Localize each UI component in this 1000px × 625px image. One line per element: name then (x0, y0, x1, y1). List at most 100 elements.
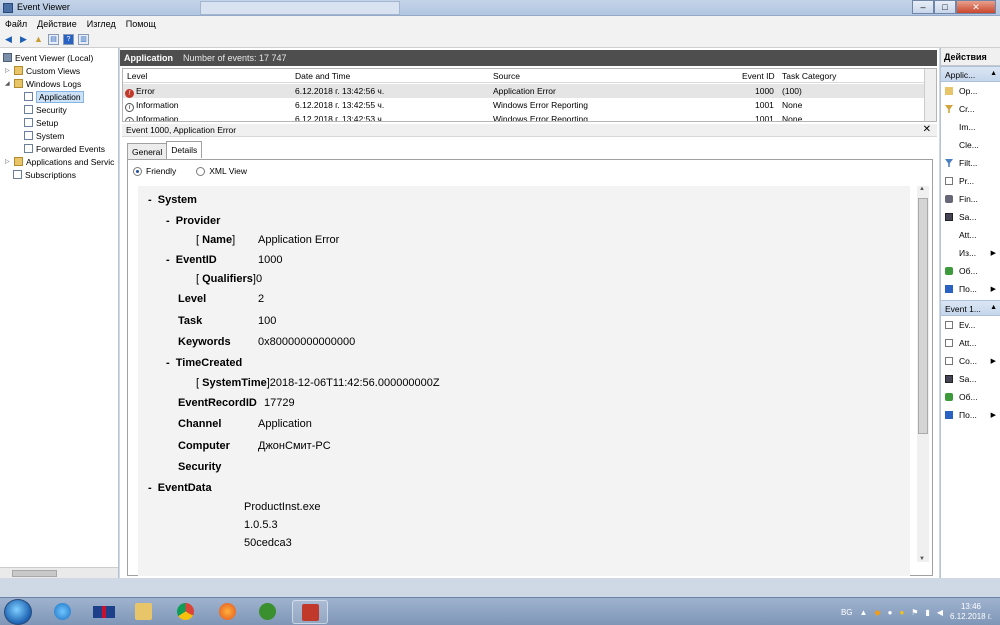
action-refresh[interactable]: Об... (941, 262, 1000, 280)
clear-icon (945, 141, 953, 149)
expand-arrow-icon[interactable]: ▷ (5, 158, 11, 165)
table-row[interactable]: i Information 6.12.2018 г. 13:42:55 ч. Wi… (123, 98, 925, 112)
show-hidden-icons-icon[interactable]: ▲ (860, 608, 868, 617)
language-indicator[interactable]: BG (841, 608, 853, 617)
actions-section-application[interactable]: Applic... ▲ (941, 66, 1000, 82)
action-create-custom-view[interactable]: Cr... (941, 100, 1000, 118)
start-button[interactable] (4, 599, 32, 625)
expand-arrow-icon[interactable]: ▷ (5, 67, 11, 74)
action-open-saved-log[interactable]: Op... (941, 82, 1000, 100)
tray-app-icon[interactable]: ● (888, 608, 893, 617)
collapse-arrow-icon[interactable]: ◢ (5, 80, 11, 87)
save-icon (945, 375, 953, 383)
scroll-up-arrow-icon[interactable]: ▲ (919, 186, 925, 192)
action-event-properties[interactable]: Ev... (941, 316, 1000, 334)
close-detail-icon[interactable]: ✕ (923, 124, 931, 135)
node-timecreated[interactable]: - TimeCreated (166, 357, 242, 369)
action-help[interactable]: По... ▶ (941, 280, 1000, 298)
scrollbar-thumb[interactable] (12, 570, 57, 577)
menu-action[interactable]: Действие (37, 19, 77, 29)
action-attach-task-to-event[interactable]: Att... (941, 334, 1000, 352)
taskbar-explorer[interactable] (126, 600, 162, 624)
event-detail-bar: Event 1000, Application Error ✕ (122, 124, 937, 137)
menu-help[interactable]: Помощ (126, 19, 156, 29)
action-attach-task[interactable]: Att... (941, 226, 1000, 244)
tray-app-icon[interactable]: ● (899, 608, 904, 617)
column-header-level[interactable]: Level (127, 71, 147, 81)
table-row[interactable]: i Information 6.12.2018 г. 13:42:53 ч. Wi… (123, 112, 925, 121)
taskbar: BG ▲ ◆ ● ● ⚑ ▮ ◀ 13:46 6.12.2018 г. (0, 597, 1000, 625)
grid-vertical-scrollbar[interactable] (924, 69, 936, 121)
action-view[interactable]: Из... ▶ (941, 244, 1000, 262)
menu-file[interactable]: Файл (5, 19, 27, 29)
back-arrow-icon[interactable]: ◀ (3, 34, 14, 45)
tab-details[interactable]: Details (166, 141, 203, 158)
taskbar-internet-explorer[interactable] (45, 600, 81, 624)
actions-section-event[interactable]: Event 1... ▲ (941, 300, 1000, 316)
menu-view[interactable]: Изглед (87, 19, 116, 29)
action-filter-current-log[interactable]: Filt... (941, 154, 1000, 172)
field-security: Security (178, 461, 222, 473)
scroll-down-arrow-icon[interactable]: ▼ (919, 556, 925, 562)
field-task: Task (178, 315, 203, 327)
column-header-source[interactable]: Source (493, 71, 520, 81)
tree-item-event-viewer-local[interactable]: Event Viewer (Local) (3, 51, 93, 64)
taskbar-language-flag[interactable] (86, 600, 122, 624)
action-help-event[interactable]: По... ▶ (941, 406, 1000, 424)
taskbar-chrome[interactable] (168, 600, 204, 624)
tree-item-security[interactable]: Security (24, 103, 67, 116)
tab-general[interactable]: General (127, 143, 168, 159)
tree-item-applications-and-services[interactable]: ▷ Applications and Servic (5, 155, 114, 168)
up-folder-icon[interactable]: ▲ (33, 34, 44, 45)
clock[interactable]: 13:46 6.12.2018 г. (950, 602, 992, 622)
column-header-date[interactable]: Date and Time (295, 71, 350, 81)
action-center-icon[interactable]: ⚑ (911, 608, 918, 617)
tree-horizontal-scrollbar[interactable] (0, 567, 118, 578)
action-find[interactable]: Fin... (941, 190, 1000, 208)
action-import-custom-view[interactable]: Im... (941, 118, 1000, 136)
details-vertical-scrollbar[interactable]: ▲ ▼ (917, 186, 929, 562)
minimize-button[interactable]: – (912, 0, 934, 14)
node-eventid[interactable]: - EventID (166, 254, 217, 266)
eventdata-value: 50cedca3 (244, 537, 292, 549)
node-system[interactable]: - System (148, 194, 197, 206)
collapse-caret-icon[interactable]: ▲ (990, 70, 997, 77)
tree-item-custom-views[interactable]: ▷ Custom Views (5, 64, 80, 77)
tree-item-windows-logs[interactable]: ◢ Windows Logs (5, 77, 81, 90)
tree-item-forwarded-events[interactable]: Forwarded Events (24, 142, 105, 155)
close-button[interactable]: ✕ (956, 0, 996, 14)
table-row[interactable]: ! Error 6.12.2018 г. 13:42:56 ч. Applicat… (123, 84, 925, 98)
action-clear-log[interactable]: Cle... (941, 136, 1000, 154)
help-icon[interactable]: ? (63, 33, 74, 45)
action-refresh-event[interactable]: Об... (941, 388, 1000, 406)
view-icon (945, 249, 953, 257)
folder-icon (14, 157, 23, 166)
xml-view-radio[interactable]: XML View (196, 166, 247, 176)
tree-item-system[interactable]: System (24, 129, 64, 142)
node-provider[interactable]: - Provider (166, 215, 220, 227)
show-hide-action-pane-icon[interactable]: ▥ (78, 33, 89, 45)
friendly-radio[interactable]: Friendly (133, 166, 176, 176)
tree-item-application[interactable]: Application (24, 90, 84, 103)
node-eventdata[interactable]: - EventData (148, 482, 212, 494)
maximize-button[interactable]: □ (934, 0, 956, 14)
action-save-selected-events[interactable]: Sa... (941, 370, 1000, 388)
action-properties[interactable]: Pr... (941, 172, 1000, 190)
column-header-event-id[interactable]: Event ID (742, 71, 775, 81)
tree-item-setup[interactable]: Setup (24, 116, 58, 129)
show-hide-tree-icon[interactable]: ▤ (48, 33, 59, 45)
collapse-caret-icon[interactable]: ▲ (990, 304, 997, 311)
taskbar-firefox[interactable] (210, 600, 246, 624)
action-save-all-events[interactable]: Sa... (941, 208, 1000, 226)
eventdata-value: 1.0.5.3 (244, 519, 278, 531)
action-copy[interactable]: Co... ▶ (941, 352, 1000, 370)
taskbar-event-viewer[interactable] (292, 600, 328, 624)
column-header-task-category[interactable]: Task Category (782, 71, 836, 81)
network-icon[interactable]: ▮ (925, 608, 929, 617)
volume-icon[interactable]: ◀ (937, 608, 943, 617)
taskbar-utorrent[interactable] (250, 600, 286, 624)
tree-item-subscriptions[interactable]: Subscriptions (13, 168, 76, 181)
forward-arrow-icon[interactable]: ▶ (18, 34, 29, 45)
tray-app-icon[interactable]: ◆ (874, 608, 880, 617)
scrollbar-thumb[interactable] (918, 198, 928, 434)
